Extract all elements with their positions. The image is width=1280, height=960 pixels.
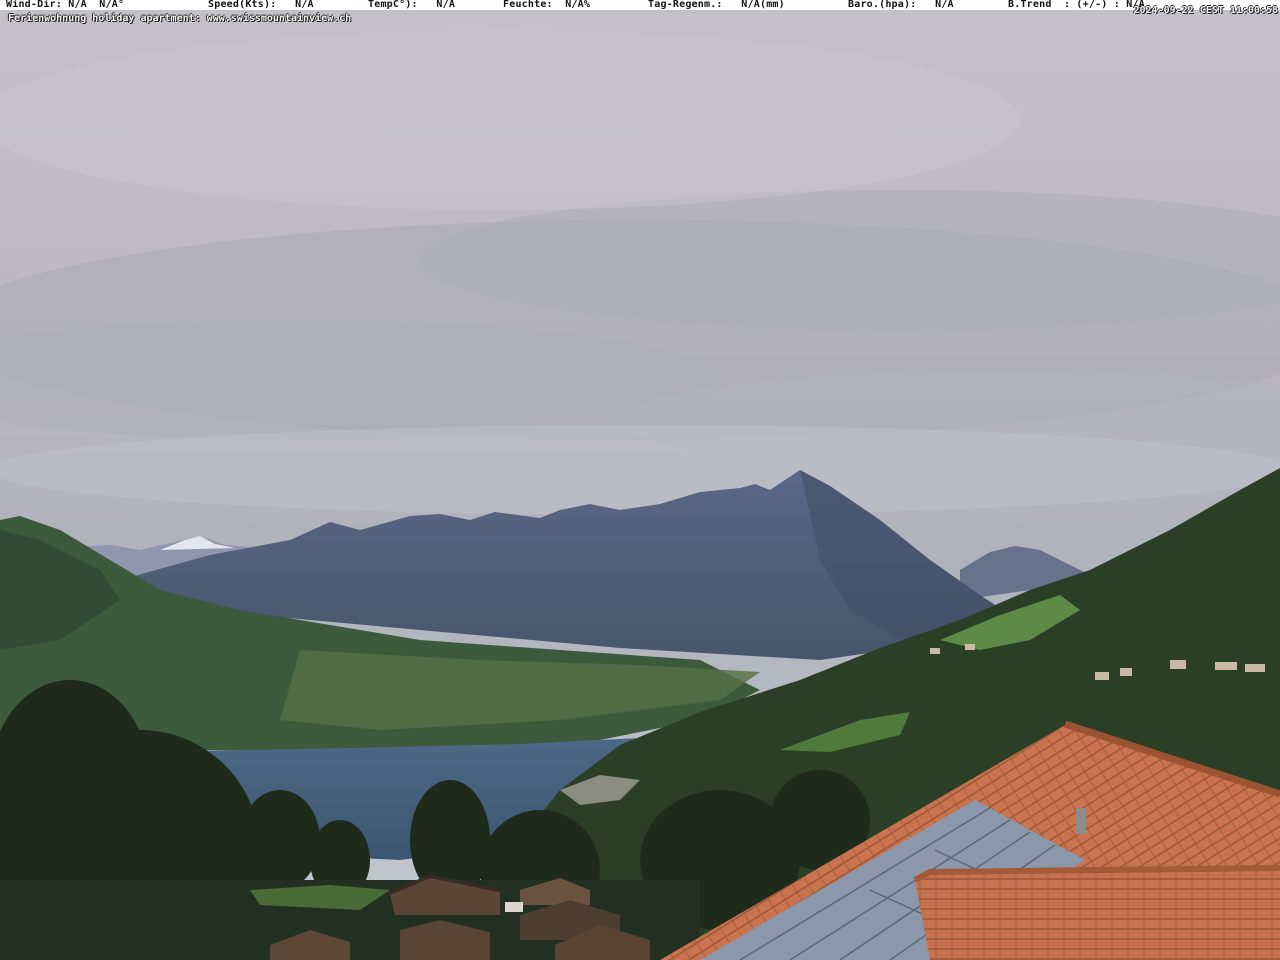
- temperature-readout: TempC°): N/A: [368, 0, 456, 10]
- humidity-readout: Feuchte: N/A%: [503, 0, 591, 10]
- webcam-scene: [0, 0, 1280, 960]
- pressure-readout: Baro.(hpa): N/A: [848, 0, 954, 10]
- rain-readout: Tag-Regenm.: N/A(mm): [648, 0, 785, 10]
- pressure-trend-readout: B.Trend : (+/-) : N/A: [1008, 0, 1145, 10]
- chimney-pipe: [1076, 808, 1086, 834]
- roof-lower: [915, 868, 1280, 960]
- weather-overlay-bar: Wind-Dir: N/A N/A° Speed(Kts): N/A TempC…: [0, 0, 1280, 10]
- timestamp: 2024-09-22 CEST 11:00:58: [1133, 5, 1279, 16]
- speed-readout: Speed(Kts): N/A: [208, 0, 314, 10]
- wind-direction-readout: Wind-Dir: N/A N/A°: [6, 0, 125, 10]
- webcam-caption: Ferienwohnung holiday apartment: www.swi…: [8, 13, 352, 24]
